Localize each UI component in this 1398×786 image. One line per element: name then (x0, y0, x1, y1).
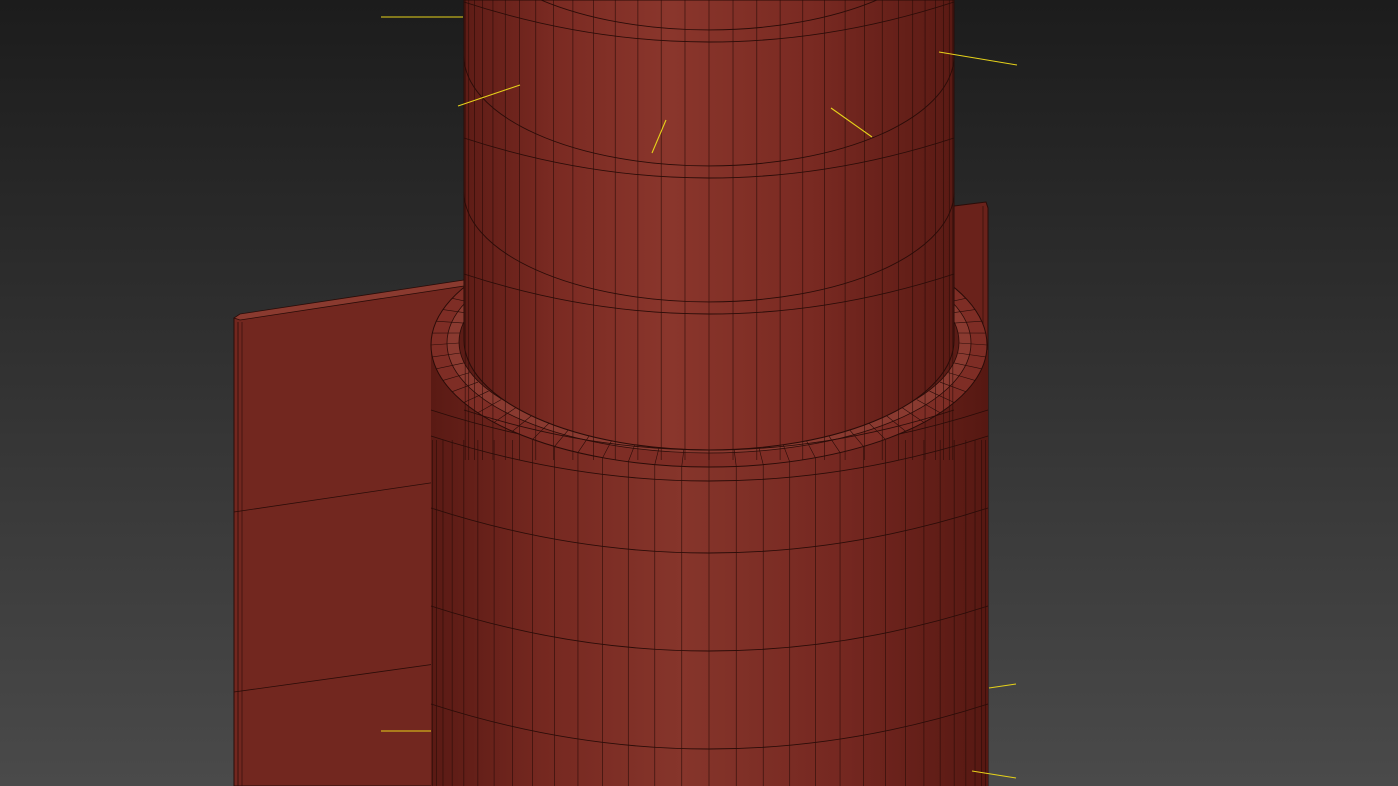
3d-viewport[interactable] (0, 0, 1398, 786)
left-flange-plate[interactable] (233, 279, 465, 786)
upper-cylinder[interactable] (463, 0, 955, 460)
viewport-scene[interactable] (0, 0, 1398, 786)
